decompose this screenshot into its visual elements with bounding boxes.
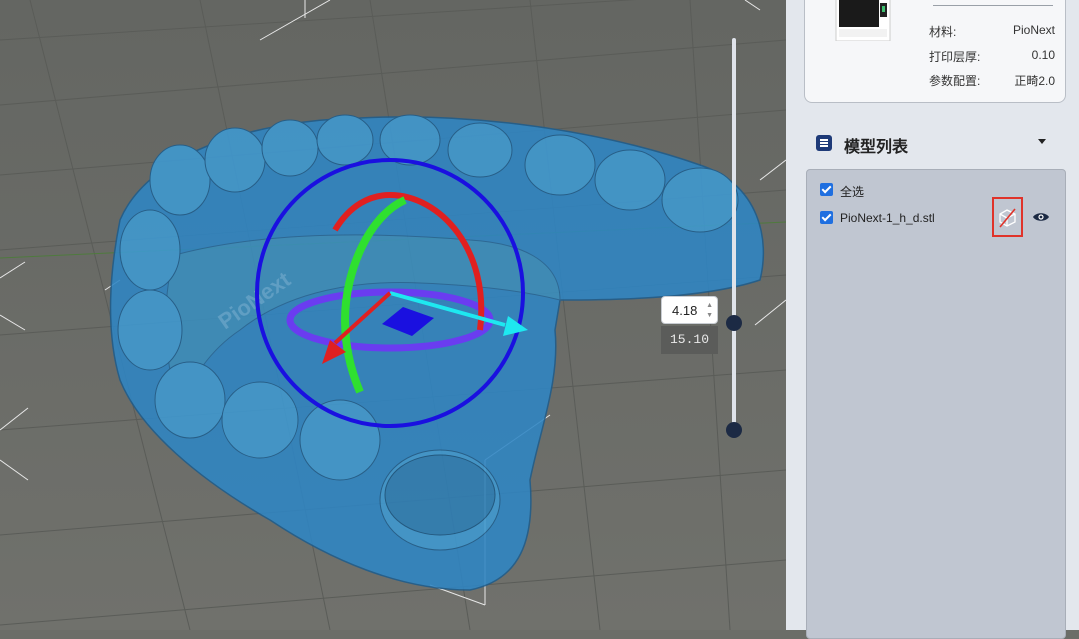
- model-list-header[interactable]: 模型列表: [816, 133, 1056, 156]
- select-all-checkbox[interactable]: [820, 183, 833, 196]
- transparent-cube-icon: [999, 208, 1016, 228]
- spin-up-icon[interactable]: ▲: [706, 302, 713, 309]
- chevron-down-icon[interactable]: [1038, 139, 1046, 144]
- layer-slider-top-handle[interactable]: [726, 315, 742, 331]
- model-name[interactable]: PioNext-1_h_d.stl: [840, 211, 935, 225]
- toggle-transparency-button[interactable]: [992, 197, 1023, 237]
- layer-value-input[interactable]: 4.18 ▲ ▼: [661, 296, 718, 324]
- model-list-panel: 全选 PioNext-1_h_d.stl: [806, 169, 1066, 639]
- layer-max-value: 15.10: [661, 326, 718, 354]
- model-checkbox[interactable]: [820, 211, 833, 224]
- list-icon: [816, 135, 832, 151]
- 3d-viewport[interactable]: PioNext 4.18 ▲ ▼ 15.10: [0, 0, 786, 630]
- select-all-label[interactable]: 全选: [840, 183, 864, 200]
- right-sidebar: 材料: PioNext 打印层厚: 0.10 参数配置: 正畸2.0 模型列表 全选 …: [786, 0, 1079, 639]
- eye-icon[interactable]: [1032, 211, 1050, 223]
- layer-value: 4.18: [672, 303, 698, 318]
- layer-slider-bottom-handle[interactable]: [726, 422, 742, 438]
- spin-down-icon[interactable]: ▼: [706, 312, 713, 319]
- layer-slider-track[interactable]: [732, 38, 736, 430]
- card-divider: [933, 5, 1053, 6]
- printer-image: [835, 0, 891, 41]
- model-list-title: 模型列表: [844, 139, 909, 156]
- printer-info-card: 材料: PioNext 打印层厚: 0.10 参数配置: 正畸2.0: [804, 0, 1066, 103]
